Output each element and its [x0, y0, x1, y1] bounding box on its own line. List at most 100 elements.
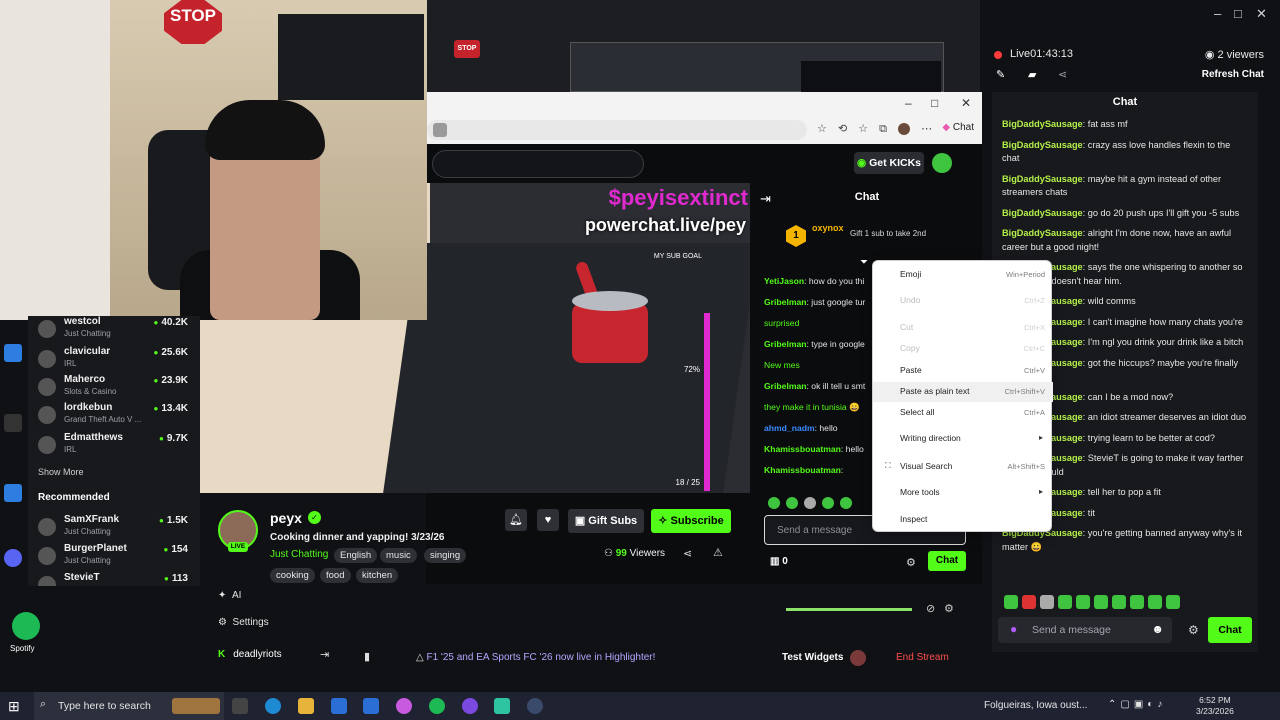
- filter-icon[interactable]: ⏷: [860, 257, 868, 268]
- emote-icon[interactable]: [1040, 595, 1054, 609]
- obs-icon[interactable]: [462, 698, 478, 714]
- sidebar-channel[interactable]: westcol Just Chatting 40.2K: [28, 316, 200, 344]
- extension-icon[interactable]: ⟲: [838, 123, 847, 135]
- emote-icon[interactable]: [1022, 595, 1036, 609]
- chat-username[interactable]: Gribelman: [764, 381, 807, 391]
- context-menu-item[interactable]: More tools ▸: [873, 483, 1053, 503]
- promo-banner[interactable]: △ F1 '25 and EA Sports FC '26 now live i…: [416, 652, 655, 663]
- taskbar-clock[interactable]: 6:52 PM 3/23/2026: [1196, 695, 1234, 717]
- emote-icon[interactable]: [768, 497, 780, 509]
- get-kicks-button[interactable]: ◉ Get KICKs: [854, 152, 924, 174]
- send-chat-button[interactable]: Chat: [1208, 617, 1252, 643]
- task-view-icon[interactable]: [232, 698, 248, 714]
- chat-message[interactable]: BigDaddySausage: fat ass mf: [1002, 118, 1248, 132]
- copilot-icon[interactable]: [396, 698, 412, 714]
- chat-username[interactable]: BigDaddySausage: [1002, 228, 1083, 238]
- app-icon[interactable]: [494, 698, 510, 714]
- sidebar-channel[interactable]: Edmatthews IRL 9.7K: [28, 430, 200, 460]
- chat-message[interactable]: BigDaddySausage: maybe hit a gym instead…: [1002, 173, 1248, 200]
- share-icon[interactable]: ⋖: [683, 547, 692, 560]
- mic-icon[interactable]: ●: [1010, 622, 1017, 636]
- spotify-icon[interactable]: [429, 698, 445, 714]
- chat-message[interactable]: Gribelman: just google tur: [764, 296, 874, 308]
- profile-avatar[interactable]: [898, 123, 911, 136]
- subscribe-button[interactable]: ✧ Subscribe: [651, 509, 731, 533]
- chat-username[interactable]: BigDaddySausage: [1002, 174, 1083, 184]
- tray-icons[interactable]: ⌃▢▣◐♪: [1108, 699, 1166, 710]
- star-icon[interactable]: ☆: [817, 123, 827, 135]
- mute-icon[interactable]: ⊘: [926, 602, 935, 615]
- tag-food[interactable]: food: [320, 568, 351, 583]
- chat-message[interactable]: New mes: [764, 359, 874, 371]
- chat-message[interactable]: BigDaddySausage: crazy ass love handles …: [1002, 139, 1248, 166]
- user-avatar[interactable]: [932, 153, 952, 173]
- emote-icon[interactable]: [840, 497, 852, 509]
- emote-icon[interactable]: [1076, 595, 1090, 609]
- test-widgets-button[interactable]: Test Widgets: [782, 652, 843, 663]
- volume-slider[interactable]: [786, 608, 912, 611]
- tag-music[interactable]: music: [380, 548, 417, 563]
- chat-message[interactable]: Khamissbouatman: hello: [764, 443, 874, 455]
- record-icon[interactable]: [850, 650, 866, 666]
- close-icon[interactable]: ✕: [1256, 6, 1267, 22]
- chat-username[interactable]: BigDaddySausage: [1002, 119, 1083, 129]
- desktop-icon-league[interactable]: [0, 480, 28, 520]
- gear-icon[interactable]: ⚙: [906, 556, 916, 569]
- desktop-icon-spotify[interactable]: Spotify: [8, 612, 44, 658]
- store-icon[interactable]: [331, 698, 347, 714]
- sidebar-channel[interactable]: SamXFrank Just Chatting 1.5K: [28, 512, 200, 542]
- emote-icon[interactable]: [1166, 595, 1180, 609]
- weather-widget[interactable]: Folgueiras, Iowa oust...: [984, 700, 1087, 711]
- emote-icon[interactable]: [1130, 595, 1144, 609]
- end-stream-button[interactable]: End Stream: [896, 652, 949, 663]
- refresh-chat-button[interactable]: Refresh Chat: [1202, 69, 1264, 80]
- emoji-icon[interactable]: ☻: [1151, 622, 1164, 636]
- emote-icon[interactable]: [786, 497, 798, 509]
- close-icon[interactable]: ✕: [961, 96, 971, 110]
- gear-icon[interactable]: ⚙: [944, 602, 954, 615]
- bell-icon[interactable]: 🔔︎: [505, 509, 527, 531]
- chat-message[interactable]: Gribelman: ok ill tell u smt: [764, 380, 874, 392]
- more-icon[interactable]: ⋯: [921, 123, 932, 135]
- maximize-icon[interactable]: □: [1234, 6, 1242, 21]
- channel-name[interactable]: peyx: [270, 510, 302, 526]
- tag-english[interactable]: English: [334, 548, 378, 563]
- edge-icon[interactable]: [265, 698, 281, 714]
- dashboard-message-input[interactable]: ● Send a message ☻: [998, 617, 1172, 643]
- context-menu-item[interactable]: Inspect: [873, 510, 1053, 530]
- gift-subs-button[interactable]: ▣ Gift Subs: [568, 509, 644, 533]
- outlook-icon[interactable]: [363, 698, 379, 714]
- sidebar-channel[interactable]: BurgerPlanet Just Chatting 154: [28, 541, 200, 571]
- emote-icon[interactable]: [1148, 595, 1162, 609]
- account-name[interactable]: deadlyriots: [218, 649, 281, 660]
- logout-icon[interactable]: ⇥: [320, 648, 329, 661]
- sidebar-channel[interactable]: clavicular IRL 25.6K: [28, 344, 200, 374]
- copilot-chat-button[interactable]: ◆ Chat: [942, 122, 974, 133]
- sidebar-channel[interactable]: lordkebun Grand Theft Auto V ... 13.4K: [28, 400, 200, 430]
- desktop-icon-roblox[interactable]: [0, 340, 28, 380]
- sidebar-channel[interactable]: StevieT 113: [28, 570, 200, 586]
- chat-message[interactable]: BigDaddySausage: alright I'm done now, h…: [1002, 227, 1248, 254]
- chat-username[interactable]: ahmd_nadm: [764, 423, 815, 433]
- pinned-gifter[interactable]: 1 oxynox Gift 1 sub to take 2nd: [786, 223, 976, 253]
- chat-message[interactable]: Gribelman: type in google: [764, 338, 874, 350]
- chat-username[interactable]: Khamissbouatman: [764, 444, 841, 454]
- collections-icon[interactable]: ⧉: [879, 123, 887, 135]
- chat-message[interactable]: they make it in tunisia 😀: [764, 401, 874, 413]
- report-icon[interactable]: ⚠: [713, 546, 723, 559]
- steam-icon[interactable]: [527, 698, 543, 714]
- emote-icon[interactable]: [1094, 595, 1108, 609]
- chat-username[interactable]: Khamissbouatman: [764, 465, 841, 475]
- tag-singing[interactable]: singing: [424, 548, 467, 563]
- context-menu-item[interactable]: ⛶ Visual Search Alt+Shift+S: [873, 457, 1053, 477]
- emote-icon[interactable]: [1004, 595, 1018, 609]
- emote-icon[interactable]: [804, 497, 816, 509]
- minimize-icon[interactable]: –: [1214, 6, 1221, 21]
- tag-cooking[interactable]: cooking: [270, 568, 315, 583]
- chat-message[interactable]: BigDaddySausage: go do 20 push ups I'll …: [1002, 207, 1248, 221]
- minimize-icon[interactable]: –: [905, 96, 912, 110]
- favorites-icon[interactable]: ☆: [858, 123, 868, 135]
- maximize-icon[interactable]: □: [931, 96, 938, 110]
- chat-message[interactable]: Khamissbouatman:: [764, 464, 874, 476]
- channel-points[interactable]: ▥ 0: [770, 556, 788, 567]
